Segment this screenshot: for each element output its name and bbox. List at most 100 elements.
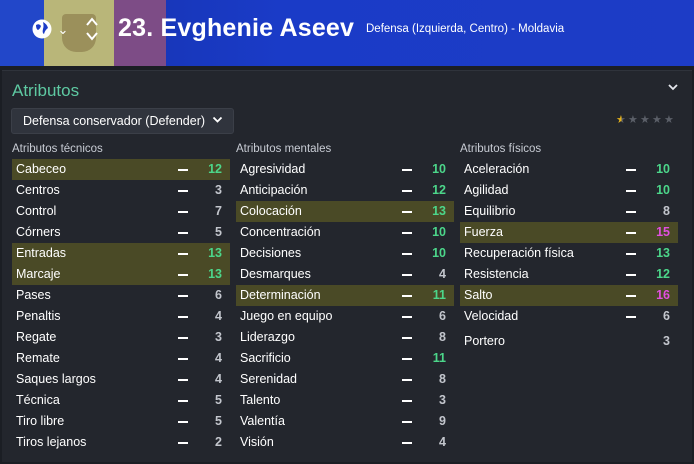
attribute-row[interactable]: Juego en equipo 6 [236,306,454,327]
attribute-row[interactable]: Equilibrio 8 [460,201,678,222]
attribute-name: Valentía [240,414,285,428]
attribute-value: 12 [208,162,222,176]
attribute-name: Regate [16,330,57,344]
attribute-name: Determinación [240,288,321,302]
attribute-row[interactable]: Salto 16 [460,285,678,306]
globe-icon[interactable] [30,18,54,42]
attribute-row[interactable]: Decisiones 10 [236,243,454,264]
trend-dash-icon [402,232,412,234]
trend-dash-icon [178,337,188,339]
trend-dash-icon [178,253,188,255]
column-heading: Atributos físicos [460,143,542,155]
attribute-value: 13 [656,246,670,260]
trend-dash-icon [402,169,412,171]
attribute-value: 5 [215,225,222,239]
attribute-row[interactable]: Técnica 5 [12,390,230,411]
attribute-name: Agresividad [240,162,306,176]
attribute-name: Marcaje [16,267,61,281]
attribute-row[interactable]: Aceleración 10 [460,159,678,180]
trend-dash-icon [178,232,188,234]
attribute-name: Penaltis [16,309,61,323]
player-header: ⌄ 23. Evghenie Aseev Defensa (Izquierda,… [0,0,694,66]
attribute-value: 6 [215,288,222,302]
trend-dash-icon [626,253,636,255]
attribute-name: Recuperación física [464,246,574,260]
attribute-row[interactable]: Talento 3 [236,390,454,411]
attribute-row[interactable]: Portero 3 [460,331,678,352]
attribute-name: Remate [16,351,60,365]
attribute-row[interactable]: Penaltis 4 [12,306,230,327]
attribute-row[interactable]: Regate 3 [12,327,230,348]
attribute-value: 15 [656,225,670,239]
attribute-row[interactable]: Concentración 10 [236,222,454,243]
column-heading: Atributos técnicos [12,143,103,155]
attribute-name: Fuerza [464,225,503,239]
attribute-row[interactable]: Agilidad 10 [460,180,678,201]
column-heading: Atributos mentales [236,143,332,155]
attribute-row[interactable]: Visión 4 [236,432,454,453]
chevron-down-icon[interactable]: ⌄ [56,22,70,38]
attribute-value: 12 [432,183,446,197]
attribute-row[interactable]: Marcaje 13 [12,264,230,285]
attribute-row[interactable]: Sacrificio 11 [236,348,454,369]
attribute-value: 4 [215,351,222,365]
attribute-value: 10 [656,183,670,197]
trend-dash-icon [178,295,188,297]
attribute-row[interactable]: Recuperación física 13 [460,243,678,264]
attribute-value: 2 [215,435,222,449]
attribute-row[interactable]: Anticipación 12 [236,180,454,201]
attribute-row[interactable]: Velocidad 6 [460,306,678,327]
attribute-value: 11 [432,288,446,302]
trend-dash-icon [402,358,412,360]
attribute-row[interactable]: Control 7 [12,201,230,222]
attribute-name: Talento [240,393,281,407]
attribute-name: Pases [16,288,51,302]
chevron-down-icon [212,114,223,128]
attribute-row[interactable]: Saques largos 4 [12,369,230,390]
attribute-name: Agilidad [464,183,509,197]
trend-dash-icon [626,274,636,276]
role-rating-stars: ★ ★ ★ ★ ★ [616,115,675,126]
attribute-value: 16 [656,288,670,302]
attribute-row[interactable]: Entradas 13 [12,243,230,264]
attribute-row[interactable]: Liderazgo 8 [236,327,454,348]
trend-dash-icon [178,400,188,402]
trend-dash-icon [402,274,412,276]
attribute-row[interactable]: Tiros lejanos 2 [12,432,230,453]
trend-dash-icon [402,190,412,192]
trend-dash-icon [626,190,636,192]
attribute-value: 10 [432,225,446,239]
player-position-nationality: Defensa (Izquierda, Centro) - Moldavia [366,23,565,35]
attribute-row[interactable]: Colocación 13 [236,201,454,222]
attribute-row[interactable]: Resistencia 12 [460,264,678,285]
attribute-row[interactable]: Fuerza 15 [460,222,678,243]
attribute-name: Control [16,204,57,218]
attribute-row[interactable]: Agresividad 10 [236,159,454,180]
attribute-name: Serenidad [240,372,297,386]
collapse-icon[interactable] [666,81,680,95]
attribute-row[interactable]: Pases 6 [12,285,230,306]
attribute-value: 5 [215,393,222,407]
trend-dash-icon [626,169,636,171]
attribute-value: 9 [439,414,446,428]
attribute-row[interactable]: Valentía 9 [236,411,454,432]
attribute-row[interactable]: Serenidad 8 [236,369,454,390]
trend-dash-icon [178,358,188,360]
attribute-value: 11 [432,351,446,365]
attribute-name: Velocidad [464,309,519,323]
attribute-row[interactable]: Cabeceo 12 [12,159,230,180]
attribute-row[interactable]: Centros 3 [12,180,230,201]
role-select[interactable]: Defensa conservador (Defender) [11,108,234,134]
trend-dash-icon [402,379,412,381]
trend-dash-icon [178,316,188,318]
attribute-value: 8 [663,204,670,218]
attribute-name: Tiro libre [16,414,65,428]
attribute-row[interactable]: Determinación 11 [236,285,454,306]
mental-attributes: Atributos mentales Agresividad 10 Anticipa… [236,143,454,453]
attribute-row[interactable]: Desmarques 4 [236,264,454,285]
attributes-panel: Atributos Defensa conservador (Defender)… [2,70,692,462]
attribute-row[interactable]: Córners 5 [12,222,230,243]
attribute-row[interactable]: Remate 4 [12,348,230,369]
player-switch-icon[interactable] [84,14,100,44]
attribute-row[interactable]: Tiro libre 5 [12,411,230,432]
